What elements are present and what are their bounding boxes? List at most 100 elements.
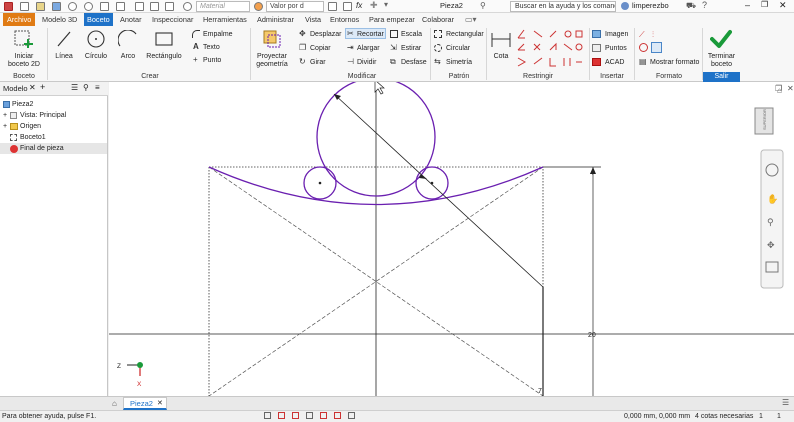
dimension-icon[interactable] bbox=[490, 31, 512, 49]
undo-icon[interactable] bbox=[68, 2, 77, 11]
grid-icon[interactable] bbox=[165, 2, 174, 11]
text-icon[interactable]: A bbox=[193, 42, 199, 51]
measure-icon[interactable] bbox=[150, 2, 159, 11]
split-button[interactable]: Dividir bbox=[357, 58, 376, 67]
home-icon[interactable] bbox=[100, 2, 109, 11]
rotate-button[interactable]: Girar bbox=[310, 58, 326, 67]
tab-pieza2[interactable]: Pieza2 ✕ bbox=[123, 397, 167, 410]
circle-button[interactable]: Círculo bbox=[80, 52, 112, 61]
pan-hand-icon[interactable]: ✋ bbox=[767, 193, 778, 204]
browser-options-icon[interactable]: ≡ bbox=[95, 83, 100, 92]
tab-vista[interactable]: Vista bbox=[305, 13, 321, 26]
start-sketch-label-2[interactable]: boceto 2D bbox=[2, 60, 46, 69]
browser-add-icon[interactable]: + bbox=[40, 82, 45, 92]
point-icon[interactable]: + bbox=[193, 55, 198, 64]
status-persist-icon[interactable] bbox=[334, 412, 341, 419]
construction-icon[interactable]: ⟋ bbox=[639, 30, 645, 40]
dimension-bottom-value[interactable]: 20 bbox=[588, 332, 596, 339]
offset-button[interactable]: Desfase bbox=[401, 58, 427, 67]
tree-item-vista[interactable]: + Vista: Principal bbox=[0, 110, 107, 121]
rectangular-pattern-button[interactable]: Rectangular bbox=[446, 30, 484, 39]
expand-icon[interactable]: + bbox=[3, 110, 7, 121]
trim-icon[interactable]: ✂ bbox=[347, 29, 354, 38]
tab-anotar[interactable]: Anotar bbox=[120, 13, 142, 26]
status-show-icon[interactable] bbox=[348, 412, 355, 419]
rotate-icon[interactable]: ↻ bbox=[299, 57, 306, 66]
offset-icon[interactable]: ⧉ bbox=[390, 57, 396, 67]
save-icon[interactable] bbox=[52, 2, 61, 11]
acad-icon[interactable] bbox=[592, 58, 601, 66]
browser-title[interactable]: Modelo bbox=[3, 84, 28, 93]
viewport-maximize-icon[interactable]: ❐ bbox=[775, 84, 782, 93]
extend-icon[interactable]: ⇥ bbox=[347, 43, 354, 52]
viewport-close-icon[interactable]: ✕ bbox=[787, 84, 794, 93]
browser-menu-icon[interactable]: ☰ bbox=[71, 83, 78, 92]
cart-icon[interactable]: ⛟ bbox=[686, 1, 696, 11]
status-infer-icon[interactable] bbox=[320, 412, 327, 419]
dimension-top-value[interactable]: 4 bbox=[590, 170, 594, 177]
cancel-icon[interactable] bbox=[183, 2, 192, 11]
group-label-restringir[interactable]: Restringir bbox=[488, 72, 588, 82]
home-tab-icon[interactable]: ⌂ bbox=[112, 399, 117, 408]
tab-modelo-3d[interactable]: Modelo 3D bbox=[42, 13, 77, 26]
tab-inspeccionar[interactable]: Inspeccionar bbox=[152, 13, 193, 26]
tab-close-icon[interactable]: ✕ bbox=[157, 399, 163, 407]
open-folder-icon[interactable] bbox=[36, 2, 45, 11]
browser-close-icon[interactable]: ✕ bbox=[29, 83, 36, 92]
show-format-button[interactable]: Mostrar formato bbox=[650, 58, 699, 67]
extend-button[interactable]: Alargar bbox=[357, 44, 380, 53]
diameter-dimension-line[interactable] bbox=[333, 93, 544, 288]
finish-sketch-check-icon[interactable] bbox=[710, 29, 732, 49]
tab-herramientas[interactable]: Herramientas bbox=[203, 13, 247, 26]
move-button[interactable]: Desplazar bbox=[310, 30, 342, 39]
project-geometry-icon[interactable] bbox=[262, 29, 282, 49]
new-file-icon[interactable] bbox=[20, 2, 29, 11]
dimension-button[interactable]: Cota bbox=[488, 52, 514, 61]
tree-item-final-de-pieza[interactable]: Final de pieza bbox=[0, 143, 107, 154]
fillet-button[interactable]: Empalme bbox=[203, 30, 233, 39]
appearance-select[interactable]: Valor por d bbox=[266, 1, 324, 12]
adjust-icon[interactable] bbox=[343, 2, 352, 11]
circular-pattern-button[interactable]: Circular bbox=[446, 44, 470, 53]
clear-appearance-icon[interactable] bbox=[328, 2, 337, 11]
tab-menu-icon[interactable]: ☰ bbox=[782, 398, 789, 407]
select-icon[interactable] bbox=[135, 2, 144, 11]
tab-boceto[interactable]: Boceto bbox=[84, 13, 113, 26]
status-constraint-icon[interactable] bbox=[278, 412, 285, 419]
tab-para-empezar[interactable]: Para empezar bbox=[369, 13, 415, 26]
close-icon[interactable]: ✕ bbox=[779, 0, 787, 11]
project-geometry-label-2[interactable]: geometría bbox=[252, 60, 292, 69]
tab-colaborar[interactable]: Colaborar bbox=[422, 13, 454, 26]
help-search-input[interactable]: Buscar en la ayuda y los comandos bbox=[510, 1, 616, 12]
finish-sketch-label-2[interactable]: boceto bbox=[703, 60, 740, 69]
copy-icon[interactable]: ❐ bbox=[299, 43, 306, 52]
mirror-button[interactable]: Simetría bbox=[446, 58, 472, 67]
scale-button[interactable]: Escala bbox=[401, 30, 422, 39]
zoom-icon[interactable]: ⚲ bbox=[767, 217, 774, 227]
status-grid-icon[interactable] bbox=[264, 412, 271, 419]
mirror-icon[interactable]: ⇆ bbox=[434, 57, 441, 66]
circle-center-point[interactable] bbox=[318, 181, 322, 185]
update-icon[interactable] bbox=[116, 2, 125, 11]
tab-entornos[interactable]: Entornos bbox=[330, 13, 359, 26]
center-point-icon[interactable] bbox=[639, 43, 648, 52]
split-icon[interactable]: ⊣ bbox=[347, 57, 354, 66]
expand-icon[interactable]: + bbox=[3, 121, 7, 132]
points-icon[interactable] bbox=[592, 44, 601, 52]
centerline-icon[interactable]: ⫶ bbox=[652, 30, 654, 40]
browser-search-icon[interactable]: ⚲ bbox=[83, 83, 89, 92]
maximize-icon[interactable]: ❐ bbox=[761, 0, 768, 9]
chevron-down-icon[interactable]: ▾ bbox=[384, 0, 388, 9]
help-icon[interactable]: ? bbox=[702, 0, 707, 10]
tab-administrar[interactable]: Administrar bbox=[257, 13, 294, 26]
arc-button[interactable]: Arco bbox=[114, 52, 142, 61]
move-icon[interactable]: ✥ bbox=[299, 29, 306, 38]
material-select[interactable]: Material bbox=[196, 1, 250, 12]
text-button[interactable]: Texto bbox=[203, 43, 220, 52]
image-button[interactable]: Imagen bbox=[605, 30, 628, 39]
tree-item-pieza2[interactable]: Pieza2 bbox=[0, 99, 107, 110]
fx-parameters-icon[interactable]: fx bbox=[356, 1, 362, 10]
show-format-icon[interactable]: ▤ bbox=[639, 57, 647, 66]
status-dimension-icon[interactable] bbox=[306, 412, 313, 419]
points-button[interactable]: Puntos bbox=[605, 44, 627, 53]
